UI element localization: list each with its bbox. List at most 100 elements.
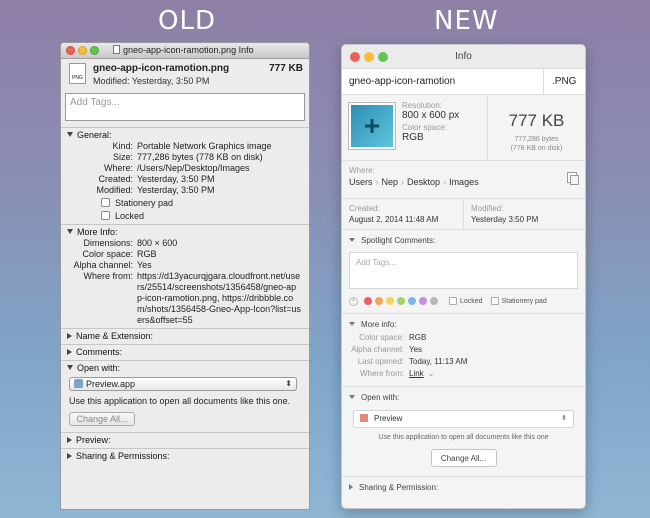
new-sharing-section[interactable]: Sharing & Permission: xyxy=(342,477,585,498)
where-label: Where: xyxy=(349,166,375,175)
tag-colors-row: × Locked Stationery pad xyxy=(349,295,578,307)
minimize-button[interactable] xyxy=(78,46,87,55)
clear-tag-icon[interactable]: × xyxy=(349,296,358,306)
disclosure-down-icon xyxy=(67,229,73,234)
locked-checkbox[interactable]: Locked xyxy=(101,209,309,222)
old-file-header: PNG gneo-app-icon-ramotion.png 777 KB Mo… xyxy=(61,59,309,89)
old-info-window: gneo-app-icon-ramotion.png Info PNG gneo… xyxy=(60,42,310,510)
kv-row: Last opened: Today, 11:13 AM xyxy=(357,357,468,366)
old-label: OLD xyxy=(158,6,216,36)
disclosure-right-icon xyxy=(67,333,72,339)
new-filesize: 777 KB xyxy=(508,111,565,130)
old-change-all-button[interactable]: Change All... xyxy=(69,412,135,426)
where-from-link[interactable]: Link xyxy=(409,368,424,380)
disclosure-right-icon xyxy=(67,437,72,443)
old-general-toggle[interactable]: General: xyxy=(61,129,309,141)
disclosure-right-icon xyxy=(67,453,72,459)
old-modified: Modified: Yesterday, 3:50 PM xyxy=(93,76,210,86)
tag-color-blue[interactable] xyxy=(408,297,416,305)
tag-color-green[interactable] xyxy=(397,297,405,305)
chevron-right-icon: › xyxy=(401,177,405,187)
tag-color-gray[interactable] xyxy=(430,297,438,305)
new-window-title: Info xyxy=(455,51,472,62)
kv-row: Where from: Link ⌄ xyxy=(359,368,435,380)
modified-value: Yesterday 3:50 PM xyxy=(471,215,539,224)
kv-row: Where:/Users/Nep/Desktop/Images xyxy=(103,163,250,173)
new-change-all-button[interactable]: Change All... xyxy=(430,449,497,467)
zoom-button[interactable] xyxy=(90,46,99,55)
kv-row: Color space: RGB xyxy=(82,249,157,259)
old-tags-input[interactable]: Add Tags... xyxy=(65,93,305,121)
new-locked-checkbox[interactable] xyxy=(449,297,457,305)
tag-color-purple[interactable] xyxy=(419,297,427,305)
new-locked-label: Locked xyxy=(460,297,483,305)
old-filename: gneo-app-icon-ramotion.png xyxy=(93,63,230,74)
kv-row: Alpha channel: Yes xyxy=(351,345,423,354)
stationery-pad-checkbox[interactable]: Stationery pad xyxy=(101,196,309,209)
preview-app-icon xyxy=(74,379,83,388)
tag-color-orange[interactable] xyxy=(375,297,383,305)
file-thumbnail: + xyxy=(349,103,395,149)
plus-icon: + xyxy=(363,110,381,141)
resolution-value: 800 x 600 px xyxy=(402,110,460,121)
old-open-with-toggle[interactable]: Open with: xyxy=(61,362,309,374)
old-open-with-note: Use this application to open all documen… xyxy=(69,396,291,406)
old-preview-section[interactable]: Preview: xyxy=(61,432,309,448)
new-filename-field[interactable]: gneo-app-icon-ramotion xyxy=(342,69,543,94)
path-breadcrumb: Users › Nep › Desktop › Images xyxy=(349,177,578,187)
chevron-right-icon: › xyxy=(375,177,379,187)
new-where-section: Where: Users › Nep › Desktop › Images xyxy=(342,161,585,199)
old-comments-section[interactable]: Comments: xyxy=(61,344,309,360)
path-item[interactable]: Nep xyxy=(382,177,399,187)
old-sharing-section[interactable]: Sharing & Permissions: xyxy=(61,448,309,464)
new-stationery-checkbox[interactable] xyxy=(490,297,499,305)
path-item[interactable]: Users xyxy=(349,177,373,187)
disclosure-right-icon xyxy=(67,349,72,355)
path-item[interactable]: Desktop xyxy=(407,177,440,187)
new-extension-field[interactable]: .PNG xyxy=(543,69,585,94)
updown-arrows-icon: ⬍ xyxy=(561,415,567,422)
kv-row: Size: 777,286 bytes (778 KB on disk) xyxy=(112,152,263,162)
modified-label: Modified: xyxy=(471,204,504,213)
old-open-with-section: Open with: Preview.app ⬍ Use this applica… xyxy=(61,360,309,432)
new-tags-input[interactable]: Add Tags... xyxy=(349,252,578,289)
created-value: August 2, 2014 11:48 AM xyxy=(349,215,439,224)
tag-color-yellow[interactable] xyxy=(386,297,394,305)
new-bytes: 777,286 bytes xyxy=(514,136,559,143)
kv-row: Alpha channel: Yes xyxy=(73,260,152,270)
colorspace-value: RGB xyxy=(402,132,424,143)
new-dates-row: Created: August 2, 2014 11:48 AM Modifie… xyxy=(342,199,585,230)
new-title-bar[interactable]: Info xyxy=(342,45,585,69)
path-item[interactable]: Images xyxy=(449,177,479,187)
created-label: Created: xyxy=(349,204,380,213)
copy-path-icon[interactable] xyxy=(567,172,579,185)
kv-row: Color space: RGB xyxy=(359,333,427,342)
old-more-info-toggle[interactable]: More Info: xyxy=(61,226,309,238)
old-title-bar[interactable]: gneo-app-icon-ramotion.png Info xyxy=(61,43,309,59)
png-file-icon: PNG xyxy=(69,63,86,84)
new-stationery-label: Stationery pad xyxy=(501,297,547,305)
kv-row: Kind: Portable Network Graphics image xyxy=(112,141,272,151)
preview-app-icon xyxy=(360,414,368,422)
chevron-right-icon: › xyxy=(443,177,447,187)
old-more-info-section: More Info: Dimensions: 800 × 600 Color sp… xyxy=(61,224,309,328)
new-info-window: Info gneo-app-icon-ramotion .PNG + Resol… xyxy=(341,44,586,509)
old-general-section: General: Kind: Portable Network Graphics … xyxy=(61,127,309,224)
tag-color-red[interactable] xyxy=(364,297,372,305)
new-name-row: gneo-app-icon-ramotion .PNG xyxy=(342,69,585,95)
spotlight-toggle[interactable]: Spotlight Comments: xyxy=(349,236,578,245)
new-more-info-toggle[interactable]: More info: xyxy=(349,320,578,329)
old-name-ext-section[interactable]: Name & Extension: xyxy=(61,328,309,344)
old-filesize: 777 KB xyxy=(269,63,303,74)
kv-row: Where from: https://d13yacurqjgara.cloudf… xyxy=(83,271,301,325)
disclosure-down-icon xyxy=(349,322,355,326)
new-app-select[interactable]: Preview ⬍ xyxy=(353,410,574,428)
chevron-down-icon[interactable]: ⌄ xyxy=(428,368,435,380)
kv-row: Created: Yesterday, 3:50 PM xyxy=(98,174,215,184)
old-app-select[interactable]: Preview.app ⬍ xyxy=(69,377,297,391)
disclosure-down-icon xyxy=(67,365,73,370)
new-open-with-note: Use this application to open all documen… xyxy=(378,434,549,441)
kv-row: Modified: Yesterday, 3:50 PM xyxy=(96,185,215,195)
new-open-with-toggle[interactable]: Open with: xyxy=(349,393,578,402)
close-button[interactable] xyxy=(66,46,75,55)
